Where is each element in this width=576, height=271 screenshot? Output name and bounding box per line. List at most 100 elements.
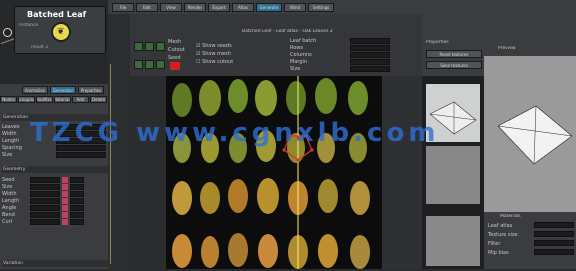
toolbar-wind[interactable]: Wind <box>284 2 306 12</box>
tab-generator[interactable]: Generator <box>50 86 76 94</box>
row-field[interactable] <box>70 197 84 204</box>
field-input[interactable] <box>350 45 390 51</box>
field-label: Size <box>290 66 301 72</box>
toolbar-export[interactable]: Export <box>208 2 230 12</box>
label-seed: Seed <box>168 55 181 61</box>
row-field[interactable] <box>534 240 574 246</box>
option-show-cutout[interactable]: ☐ Show cutout <box>196 58 233 66</box>
color-swatch[interactable] <box>62 176 68 183</box>
row-field[interactable] <box>70 190 84 197</box>
atlas-scrollbar[interactable] <box>382 76 422 269</box>
leaf-row <box>172 78 368 117</box>
row-field[interactable] <box>534 222 574 228</box>
field-input[interactable] <box>350 52 390 58</box>
center-controls: Batched Leaf - Leaf atlas - Oak Leaves 2… <box>130 14 422 76</box>
row-field[interactable] <box>56 152 106 158</box>
right-preview-panel: Preview <box>484 14 576 212</box>
row-field[interactable] <box>30 190 60 197</box>
color-swatch[interactable] <box>62 211 68 218</box>
field-input[interactable] <box>350 38 390 44</box>
seed-mode-button[interactable] <box>156 42 165 51</box>
row-field[interactable] <box>30 176 60 183</box>
field-label: Rows <box>290 45 304 51</box>
field-input[interactable] <box>350 59 390 65</box>
leaf-sprite <box>315 78 337 114</box>
leaf-sprite <box>172 83 192 117</box>
leaf-atlas-viewport[interactable] <box>166 76 382 269</box>
toolbar-edit[interactable]: Edit <box>136 2 158 12</box>
leaf-sprite <box>318 234 338 268</box>
leaf-sprite <box>172 181 192 215</box>
color-swatch[interactable] <box>62 183 68 190</box>
row-field[interactable] <box>534 249 574 255</box>
leaf-sprite <box>350 181 370 215</box>
preview-column <box>422 76 484 269</box>
leaf-row <box>172 233 370 269</box>
left-toolbar: Nodes Grouping Modifiers Materials Add D… <box>0 96 108 104</box>
toolbar-atlas[interactable]: Atlas <box>232 2 254 12</box>
field-label: Leaf batch <box>290 38 317 44</box>
row-field[interactable] <box>30 204 60 211</box>
toolbar-file[interactable]: File <box>112 2 134 12</box>
batched-leaf-node[interactable]: Batched Leaf ❦ Instance result 3 <box>14 6 106 54</box>
tab-animation[interactable]: Animation <box>22 86 48 94</box>
node-port[interactable] <box>3 28 12 37</box>
mesh-mode-button[interactable] <box>134 42 143 51</box>
right-lower-rows: Leaf atlas Texture size Filter Mip bias <box>488 222 574 258</box>
swatch-button[interactable] <box>156 60 165 69</box>
preview-viewport[interactable] <box>484 56 576 212</box>
geometry-rows: Seed Size Width Length Angle Bend Curl <box>2 176 106 225</box>
row-label: Mip bias <box>488 250 509 256</box>
row-field[interactable] <box>30 197 60 204</box>
option-show-seeds[interactable]: ☑ Show seeds <box>196 42 233 50</box>
cutout-mode-button[interactable] <box>145 42 154 51</box>
seed-preview-thumb[interactable] <box>426 216 480 266</box>
row-field[interactable] <box>30 218 60 225</box>
tool-add[interactable]: Add <box>72 96 89 103</box>
tab-properties[interactable]: Properties <box>78 86 104 94</box>
cutout-preview-thumb[interactable] <box>426 146 480 204</box>
swatch-button[interactable] <box>134 60 143 69</box>
tool-nodes[interactable]: Nodes <box>0 96 17 103</box>
color-swatch[interactable] <box>62 197 68 204</box>
tool-materials[interactable]: Materials <box>54 96 71 103</box>
row-label: Bend <box>2 211 15 218</box>
leaf-sprite <box>350 235 370 269</box>
row-field[interactable] <box>70 204 84 211</box>
reset-textures-button[interactable]: Reset textures <box>426 50 482 58</box>
toolbar-settings[interactable]: Settings <box>308 2 334 12</box>
tool-grouping[interactable]: Grouping <box>18 96 35 103</box>
save-textures-button[interactable]: Save textures <box>426 61 482 69</box>
field-input[interactable] <box>350 66 390 72</box>
row-field[interactable] <box>70 218 84 225</box>
center-title: Batched Leaf - Leaf atlas - Oak Leaves 2 <box>242 29 333 34</box>
option-show-mesh[interactable]: ☑ Show mesh <box>196 50 233 58</box>
right-props-title: Properties <box>426 40 449 45</box>
leaf-sprite <box>228 233 248 267</box>
leaf-row <box>172 178 370 215</box>
row-field[interactable] <box>70 176 84 183</box>
row-field[interactable] <box>70 183 84 190</box>
color-swatch[interactable] <box>62 204 68 211</box>
color-swatch[interactable] <box>62 218 68 225</box>
watermark-text: TZCG www.cgnxlb.com <box>30 118 440 148</box>
row-field[interactable] <box>534 231 574 237</box>
toolbar-view[interactable]: View <box>160 2 182 12</box>
red-swatch[interactable] <box>170 62 180 70</box>
node-graph[interactable]: Batched Leaf ❦ Instance result 3 <box>0 0 108 84</box>
leaf-sprite <box>318 179 338 213</box>
section-geometry[interactable]: Geometry <box>2 166 108 173</box>
node-count: result 3 <box>31 45 49 50</box>
row-field[interactable] <box>30 183 60 190</box>
toolbar-generate[interactable]: Generate <box>256 2 282 12</box>
row-field[interactable] <box>70 211 84 218</box>
color-swatch[interactable] <box>62 190 68 197</box>
toolbar-render[interactable]: Render <box>184 2 206 12</box>
swatch-button[interactable] <box>145 60 154 69</box>
leaf-sprite <box>228 179 248 213</box>
tool-delete[interactable]: Delete <box>90 96 107 103</box>
section-variation[interactable]: Variation <box>2 260 108 267</box>
row-label: Length <box>2 138 20 144</box>
row-field[interactable] <box>30 211 60 218</box>
tool-modifiers[interactable]: Modifiers <box>36 96 53 103</box>
